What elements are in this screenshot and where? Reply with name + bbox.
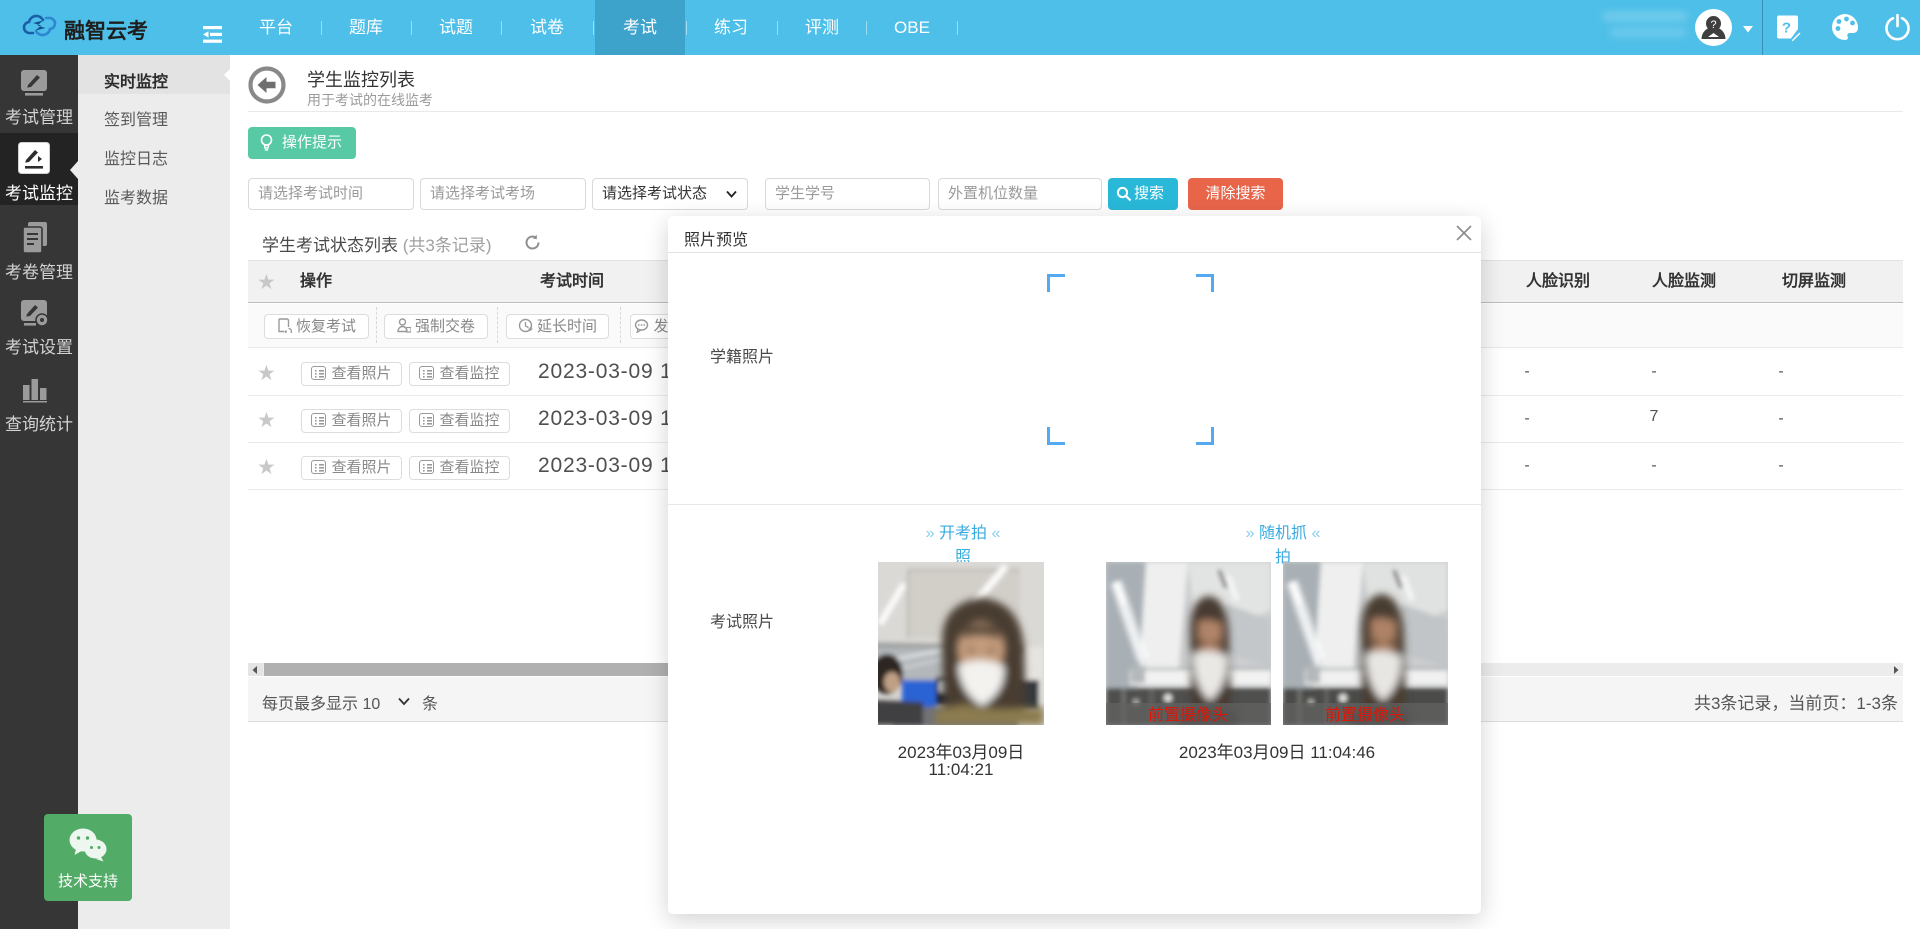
svg-text:前置摄像头: 前置摄像头 <box>1148 706 1228 724</box>
svg-text:?: ? <box>1782 20 1791 37</box>
svg-text:前置摄像头: 前置摄像头 <box>1325 706 1405 724</box>
svg-text:?: ? <box>1710 19 1716 31</box>
